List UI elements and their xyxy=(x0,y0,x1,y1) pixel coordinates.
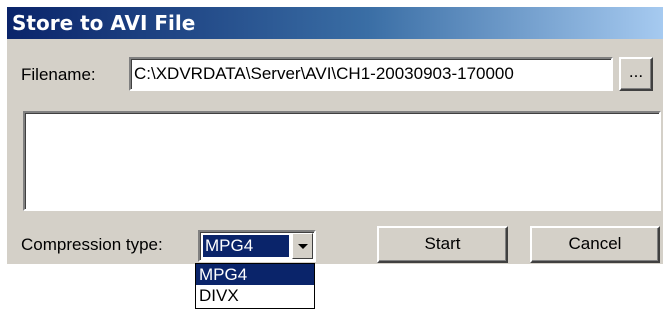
chevron-down-icon[interactable] xyxy=(292,233,313,259)
dropdown-option-mpg4[interactable]: MPG4 xyxy=(196,264,314,285)
dropdown-option-divx[interactable]: DIVX xyxy=(196,285,314,306)
filename-label: Filename: xyxy=(21,65,96,84)
compression-dropdown-list: MPG4 DIVX xyxy=(195,263,315,309)
filename-field[interactable]: C:\XDVRDATA\Server\AVI\CH1-20030903-1700… xyxy=(129,57,613,91)
store-avi-dialog: Store to AVI File Filename: C:\XDVRDATA\… xyxy=(6,6,663,264)
compression-type-label: Compression type: xyxy=(21,235,163,254)
compression-selected-value: MPG4 xyxy=(203,235,289,257)
progress-log-box xyxy=(23,111,661,211)
compression-type-select[interactable]: MPG4 xyxy=(198,230,316,262)
browse-button[interactable]: ... xyxy=(619,57,653,91)
cancel-button[interactable]: Cancel xyxy=(530,226,660,263)
dialog-title: Store to AVI File xyxy=(7,7,663,39)
start-button[interactable]: Start xyxy=(377,226,508,263)
